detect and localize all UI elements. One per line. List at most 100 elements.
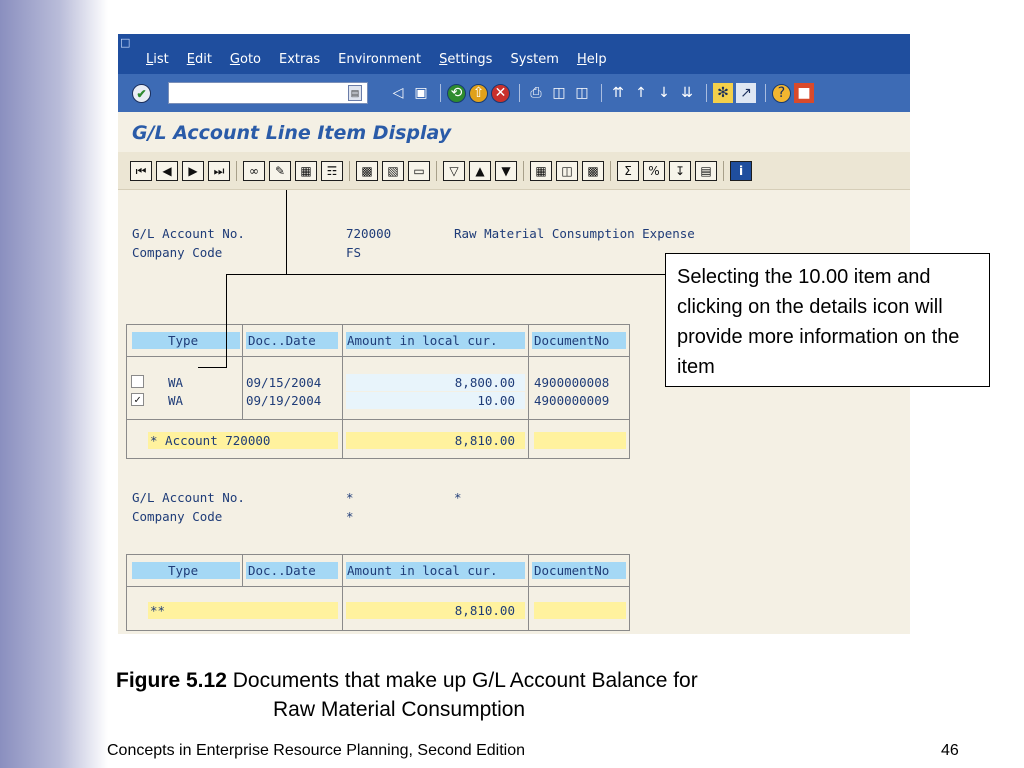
info-icon[interactable]: i	[730, 161, 752, 181]
help-icon[interactable]: ?	[772, 83, 791, 103]
command-history-dropdown[interactable]: ▤	[348, 85, 362, 101]
change-icon[interactable]: ✎	[269, 161, 291, 181]
toolbar-separator	[436, 161, 437, 181]
figure-caption-line2: Raw Material Consumption	[273, 698, 526, 721]
enter-icon[interactable]: ✔	[132, 84, 151, 103]
grid-icon[interactable]: ▦	[530, 161, 552, 181]
select-layout-icon[interactable]: ▦	[295, 161, 317, 181]
menu-edit[interactable]: Edit	[187, 52, 212, 67]
layout-menu-icon[interactable]: ■	[794, 83, 814, 103]
previous-icon[interactable]: ◀	[156, 161, 178, 181]
grand-total-label: **	[148, 602, 338, 619]
grand-total-document-no	[534, 602, 626, 619]
column-header-document-no[interactable]: DocumentNo	[532, 332, 626, 349]
filter-icon[interactable]: ▽	[443, 161, 465, 181]
menu-help[interactable]: Help	[577, 52, 607, 67]
menu-extras[interactable]: Extras	[279, 52, 320, 67]
last-icon[interactable]: ⏭	[208, 161, 230, 181]
shortcut-icon[interactable]: ↗	[736, 83, 756, 103]
column-header-type[interactable]: Type	[132, 332, 240, 349]
row-amount: 10.00	[346, 392, 525, 409]
row-checkbox[interactable]	[131, 375, 144, 388]
choose-icon[interactable]: ▩	[356, 161, 378, 181]
table-divider	[342, 324, 343, 459]
save-variant-icon[interactable]: ▧	[382, 161, 404, 181]
display-document-icon[interactable]: ☶	[321, 161, 343, 181]
gl-account-value: *	[346, 490, 354, 505]
subtotal-icon[interactable]: %	[643, 161, 665, 181]
save-icon[interactable]: ▣	[411, 83, 431, 103]
row-document-no[interactable]: 4900000009	[534, 392, 609, 409]
toolbar-separator	[723, 161, 724, 181]
sum-icon[interactable]: Σ	[617, 161, 639, 181]
print-preview-icon[interactable]: ▤	[695, 161, 717, 181]
column-header-type[interactable]: Type	[132, 562, 240, 579]
gl-account-label: G/L Account No.	[132, 226, 245, 241]
column-header-doc-date[interactable]: Doc..Date	[246, 332, 338, 349]
current-icon[interactable]: ▭	[408, 161, 430, 181]
next-page-icon[interactable]: ↓	[654, 83, 674, 103]
find-icon[interactable]: ◫	[549, 83, 569, 103]
table-divider	[126, 586, 630, 587]
account-total-label: * Account 720000	[148, 432, 338, 449]
application-toolbar: ⏮ ◀ ▶ ⏭ ∞ ✎ ▦ ☶ ▩ ▧ ▭ ▽ ▲ ▼ ▦ ◫ ▩ Σ % ↧ …	[118, 152, 910, 190]
cancel-icon[interactable]: ✕	[491, 83, 510, 103]
menu-system[interactable]: System	[510, 52, 558, 67]
table-divider	[126, 419, 630, 420]
previous-page-icon[interactable]: ↑	[631, 83, 651, 103]
menu-environment[interactable]: Environment	[338, 52, 421, 67]
grid-options-icon[interactable]: ▩	[582, 161, 604, 181]
menu-list[interactable]: List	[146, 52, 169, 67]
table-divider	[528, 324, 529, 459]
column-icon[interactable]: ◫	[556, 161, 578, 181]
toolbar-separator	[706, 84, 707, 102]
menu-items: List Edit Goto Extras Environment Settin…	[146, 52, 625, 67]
print-icon[interactable]: ⎙	[526, 83, 546, 103]
window-menu-icon[interactable]: □	[120, 36, 140, 50]
callout-leader-line	[198, 367, 227, 368]
callout-leader-line	[226, 274, 286, 275]
callout-leader-line	[286, 274, 665, 275]
next-icon[interactable]: ▶	[182, 161, 204, 181]
back-icon[interactable]: ⟲	[447, 83, 466, 103]
row-checkbox-checked[interactable]: ✓	[131, 393, 144, 406]
figure-caption: Figure 5.12 Documents that make up G/L A…	[116, 666, 896, 724]
find-next-icon[interactable]: ◫	[572, 83, 592, 103]
toolbar-separator	[236, 161, 237, 181]
command-field[interactable]	[168, 82, 368, 104]
row-amount: 8,800.00	[346, 374, 525, 391]
exit-icon[interactable]: ⇧	[469, 83, 488, 103]
gl-account-label: G/L Account No.	[132, 490, 245, 505]
back-arrow-icon[interactable]: ◁	[388, 83, 408, 103]
sort-descending-icon[interactable]: ▼	[495, 161, 517, 181]
toolbar-separator	[523, 161, 524, 181]
menu-settings[interactable]: Settings	[439, 52, 492, 67]
row-document-no[interactable]: 4900000008	[534, 374, 609, 391]
menu-bar: □ List Edit Goto Extras Environment Sett…	[118, 34, 910, 74]
menu-goto[interactable]: Goto	[230, 52, 261, 67]
toolbar-separator	[519, 84, 520, 102]
last-page-icon[interactable]: ⇊	[677, 83, 697, 103]
callout-leader-line	[286, 190, 287, 275]
column-header-doc-date[interactable]: Doc..Date	[246, 562, 338, 579]
gl-account-description: *	[454, 490, 462, 505]
table-divider	[528, 554, 529, 631]
first-icon[interactable]: ⏮	[130, 161, 152, 181]
column-header-amount[interactable]: Amount in local cur.	[346, 332, 525, 349]
first-page-icon[interactable]: ⇈	[608, 83, 628, 103]
column-header-amount[interactable]: Amount in local cur.	[346, 562, 525, 579]
company-code-value: FS	[346, 245, 362, 260]
table-divider	[242, 554, 243, 586]
row-type: WA	[168, 393, 184, 408]
details-icon[interactable]: ∞	[243, 161, 265, 181]
column-header-document-no[interactable]: DocumentNo	[532, 562, 626, 579]
row-doc-date: 09/15/2004	[246, 375, 322, 390]
system-icons: ◁ ▣ ⟲ ⇧ ✕ ⎙ ◫ ◫ ⇈ ↑ ↓ ⇊ ✻ ↗ ? ■	[388, 83, 817, 103]
toolbar-separator	[765, 84, 766, 102]
create-session-icon[interactable]: ✻	[713, 83, 733, 103]
sort-ascending-icon[interactable]: ▲	[469, 161, 491, 181]
system-toolbar: ✔ ▤ ◁ ▣ ⟲ ⇧ ✕ ⎙ ◫ ◫ ⇈ ↑ ↓ ⇊ ✻ ↗ ? ■	[118, 74, 910, 112]
export-icon[interactable]: ↧	[669, 161, 691, 181]
account-total-amount: 8,810.00	[346, 432, 525, 449]
company-code-label: Company Code	[132, 245, 223, 260]
